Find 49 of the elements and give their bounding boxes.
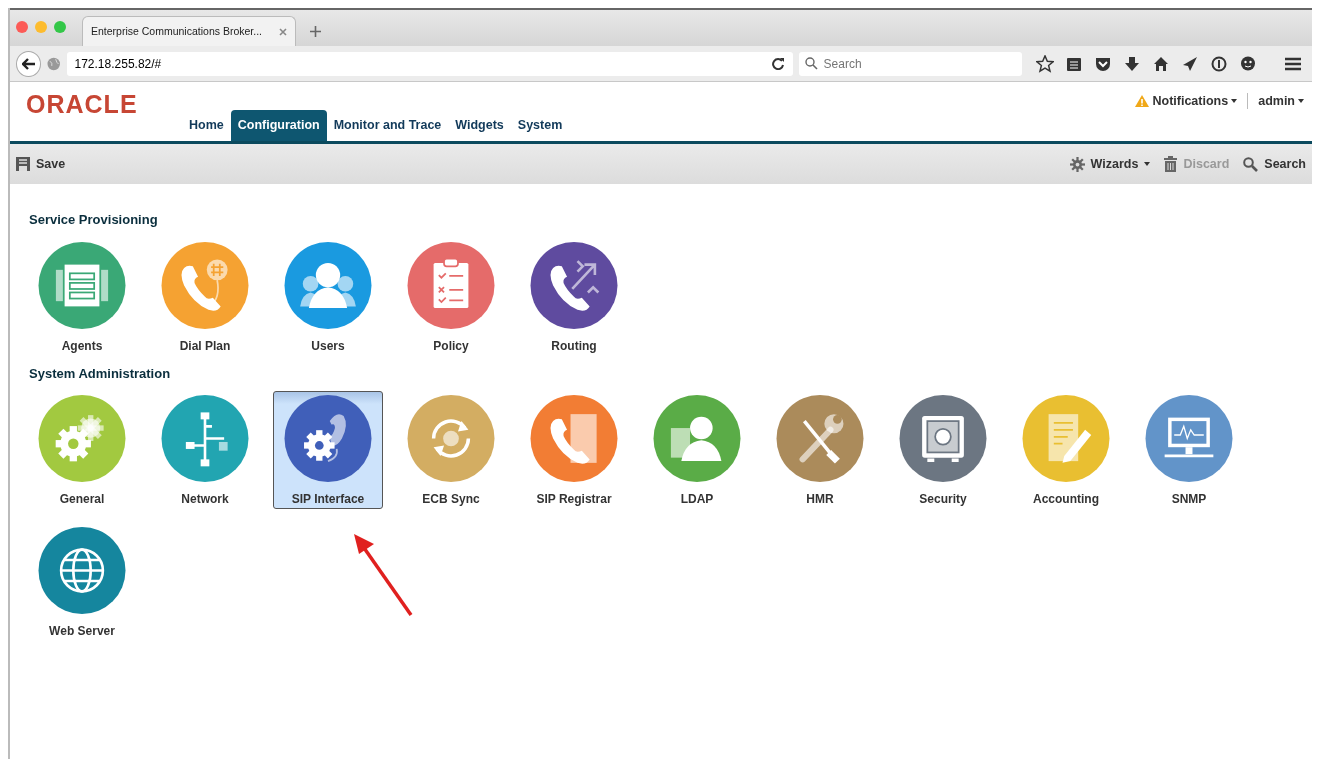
address-bar[interactable]: 172.18.255.82/# [66, 51, 793, 76]
tile-button[interactable]: ECB Sync [396, 391, 506, 509]
nav-tab[interactable]: Widgets [448, 110, 511, 141]
globe-icon [47, 56, 61, 71]
save-button[interactable]: Save [16, 154, 66, 174]
tile-button[interactable]: HMR [765, 391, 875, 509]
nav-tab[interactable]: Home [182, 110, 231, 141]
back-arrow-icon [21, 57, 36, 70]
tile-button[interactable]: Network [150, 391, 260, 509]
caret-icon [1231, 99, 1238, 104]
tile-button[interactable]: Accounting [1011, 391, 1121, 509]
search-icon [1243, 156, 1259, 172]
user-menu[interactable]: admin [1258, 92, 1304, 111]
tile-button[interactable]: Routing [519, 237, 629, 356]
search-box[interactable]: Search [798, 51, 1022, 76]
tile-button[interactable]: Policy [396, 237, 506, 356]
tab-title: Enterprise Communications Broker... [91, 23, 263, 39]
browser-tab[interactable]: Enterprise Communications Broker... [82, 16, 296, 46]
section-heading: System Administration [29, 364, 172, 383]
tile-button[interactable]: SNMP [1134, 391, 1244, 509]
nav-tab[interactable]: Configuration [230, 110, 327, 141]
address-field[interactable]: 172.18.255.82/# [74, 54, 764, 73]
caret-icon [1298, 99, 1304, 104]
wizards-menu[interactable]: Wizards [1069, 154, 1151, 174]
close-tab-icon[interactable] [279, 27, 287, 36]
reload-icon[interactable] [771, 57, 785, 70]
warning-icon [1135, 95, 1150, 108]
tile-button[interactable]: Users [273, 237, 383, 356]
tile-button[interactable]: Security [888, 391, 998, 509]
tile-button[interactable]: General [27, 391, 137, 509]
tile-button[interactable]: Web Server [27, 523, 137, 641]
tile-button[interactable]: Dial Plan [150, 237, 260, 356]
section-heading: Service Provisioning [29, 211, 159, 229]
new-tab-icon[interactable] [310, 26, 321, 37]
trash-icon [1164, 156, 1178, 172]
gear-icon [1069, 156, 1085, 172]
save-icon [16, 157, 30, 171]
tile-button[interactable]: Agents [27, 237, 137, 356]
tile-button[interactable]: LDAP [642, 391, 752, 509]
caret-icon [1144, 162, 1151, 166]
tile-button[interactable]: SIP Registrar [519, 391, 629, 509]
back-button[interactable] [16, 50, 42, 77]
search-button[interactable]: Search [1243, 154, 1306, 174]
nav-tab[interactable]: System [510, 110, 570, 141]
notifications-menu[interactable]: Notifications [1135, 92, 1238, 111]
nav-tab[interactable]: Monitor and Trace [326, 110, 449, 141]
tile-button[interactable]: SIP Interface [273, 391, 383, 509]
logo: ORACLE [26, 92, 138, 117]
search-icon [804, 57, 818, 70]
